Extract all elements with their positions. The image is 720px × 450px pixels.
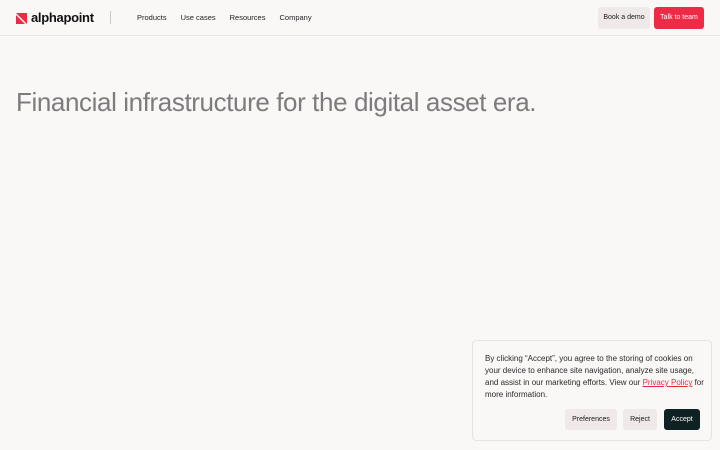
reject-button[interactable]: Reject [623, 409, 657, 430]
header-divider [110, 11, 111, 24]
hero-headline: Financial infrastructure for the digital… [16, 87, 537, 117]
main-nav: Products Use cases Resources Company [137, 11, 326, 25]
nav-item-products[interactable]: Products [137, 11, 167, 25]
cookie-consent-text: By clicking “Accept”, you agree to the s… [485, 353, 705, 401]
book-demo-button[interactable]: Book a demo [598, 7, 650, 29]
nav-item-company[interactable]: Company [279, 11, 311, 25]
accept-button[interactable]: Accept [664, 409, 700, 430]
logo-text: alphapoint [31, 10, 94, 25]
site-header: alphapoint Products Use cases Resources … [0, 0, 720, 36]
nav-item-use-cases[interactable]: Use cases [181, 11, 216, 25]
preferences-button[interactable]: Preferences [565, 409, 617, 430]
alphapoint-logo-icon [16, 12, 27, 24]
nav-item-resources[interactable]: Resources [230, 11, 266, 25]
cookie-banner: By clicking “Accept”, you agree to the s… [472, 340, 712, 441]
talk-to-team-button[interactable]: Talk to team [654, 7, 704, 29]
alphapoint-logo[interactable]: alphapoint [16, 11, 94, 25]
privacy-policy-link[interactable]: Privacy Policy [643, 378, 693, 387]
